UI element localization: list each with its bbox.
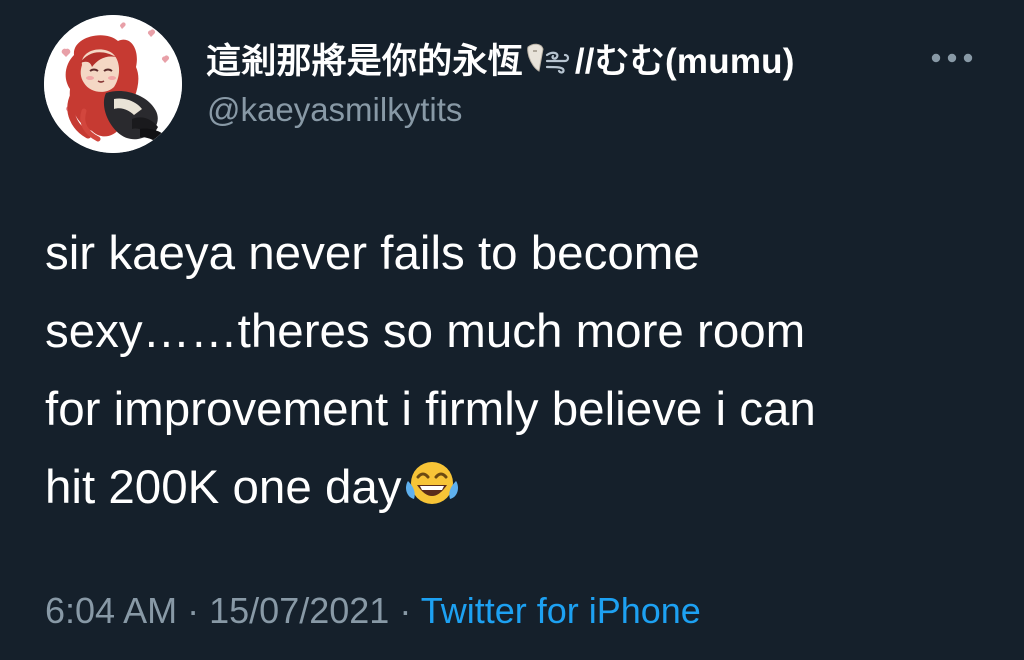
display-name-text: 這剎那將是你的永恆 bbox=[206, 42, 523, 81]
avatar[interactable] bbox=[44, 15, 182, 153]
tweet-card: 這剎那將是你的永恆 //むむ(mumu) @kaeyasmilkytits sir… bbox=[0, 0, 1024, 660]
user-handle[interactable]: @kaeyasmilkytits bbox=[207, 88, 462, 132]
avatar-illustration bbox=[44, 15, 182, 153]
display-name[interactable]: 這剎那將是你的永恆 //むむ(mumu) bbox=[206, 38, 795, 88]
display-name-suffix: //むむ(mumu) bbox=[574, 42, 795, 81]
tweet-time[interactable]: 6:04 AM bbox=[45, 590, 177, 631]
meta-separator: · bbox=[399, 590, 412, 631]
tweet-text-line: for improvement i firmly believe i can bbox=[45, 383, 816, 436]
tweet-text-line: hit 200K one day bbox=[45, 461, 402, 514]
more-options-button[interactable] bbox=[924, 38, 980, 78]
tweet-text-line: sir kaeya never fails to become bbox=[45, 227, 700, 280]
face-with-tears-of-joy-icon bbox=[404, 455, 460, 533]
tweet-date[interactable]: 15/07/2021 bbox=[209, 590, 389, 631]
more-horizontal-icon bbox=[931, 53, 973, 63]
tweet-source-link[interactable]: Twitter for iPhone bbox=[421, 590, 701, 631]
tweet-text-last-line: hit 200K one day bbox=[45, 449, 1005, 533]
meta-separator: · bbox=[187, 590, 200, 631]
tweet-text: sir kaeya never fails to become sexy……th… bbox=[45, 215, 1005, 533]
tweet-meta: 6:04 AM · 15/07/2021 · Twitter for iPhon… bbox=[45, 588, 701, 634]
tweet-text-line: sexy……theres so much more room bbox=[45, 305, 806, 358]
wind-blowing-icon bbox=[525, 40, 573, 88]
